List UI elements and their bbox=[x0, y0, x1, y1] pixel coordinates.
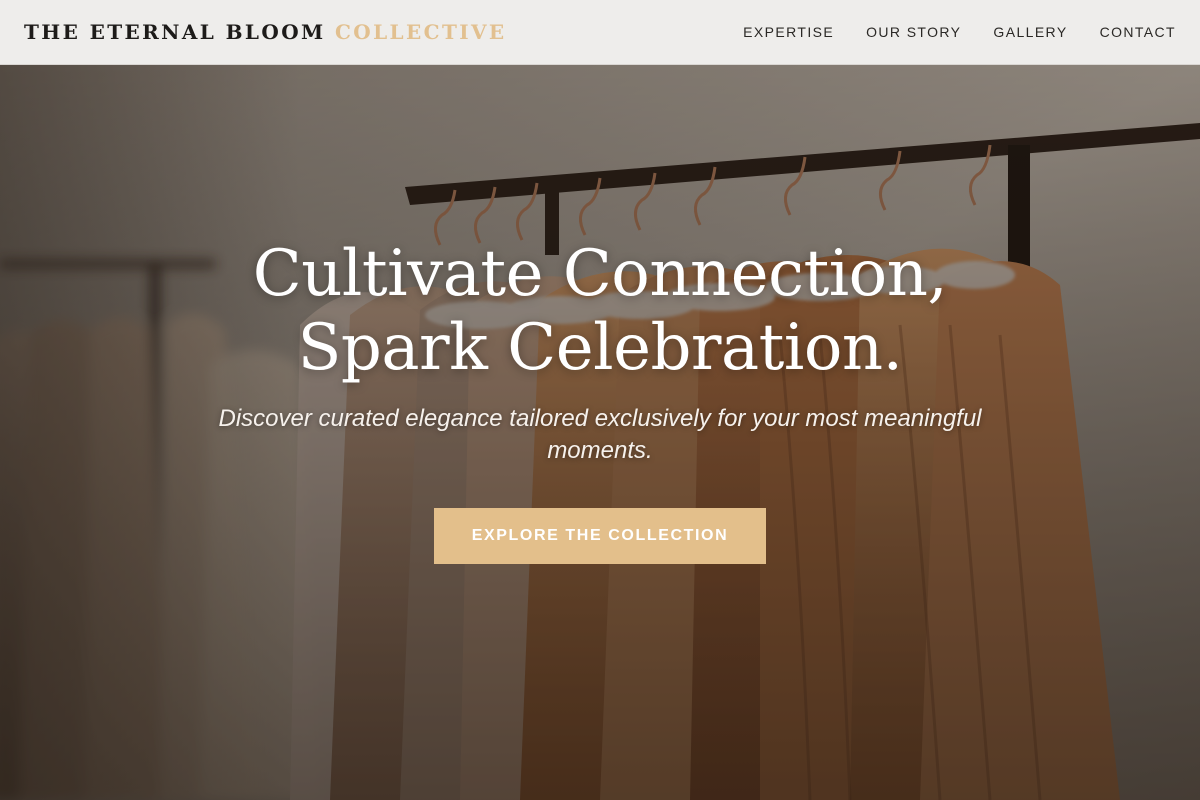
hero-section: Cultivate Connection, Spark Celebration.… bbox=[0, 65, 1200, 800]
brand-logo[interactable]: THE ETERNAL BLOOM COLLECTIVE bbox=[24, 20, 507, 44]
hero-subtitle: Discover curated elegance tailored exclu… bbox=[218, 405, 982, 464]
hero-title-line-1: Cultivate Connection, bbox=[252, 237, 948, 311]
hero-title-line-2: Spark Celebration. bbox=[297, 311, 903, 385]
site-header: THE ETERNAL BLOOM COLLECTIVE EXPERTISE O… bbox=[0, 0, 1200, 65]
nav-our-story[interactable]: OUR STORY bbox=[866, 24, 961, 40]
main-nav: EXPERTISE OUR STORY GALLERY CONTACT bbox=[743, 24, 1176, 40]
hero-title: Cultivate Connection, Spark Celebration. bbox=[100, 237, 1100, 385]
brand-accent: COLLECTIVE bbox=[334, 20, 507, 44]
explore-collection-button[interactable]: EXPLORE THE COLLECTION bbox=[434, 508, 766, 564]
nav-gallery[interactable]: GALLERY bbox=[993, 24, 1067, 40]
hero-content: Cultivate Connection, Spark Celebration.… bbox=[0, 65, 1200, 800]
brand-name: THE ETERNAL BLOOM bbox=[24, 20, 326, 44]
nav-expertise[interactable]: EXPERTISE bbox=[743, 24, 834, 40]
nav-contact[interactable]: CONTACT bbox=[1100, 24, 1176, 40]
